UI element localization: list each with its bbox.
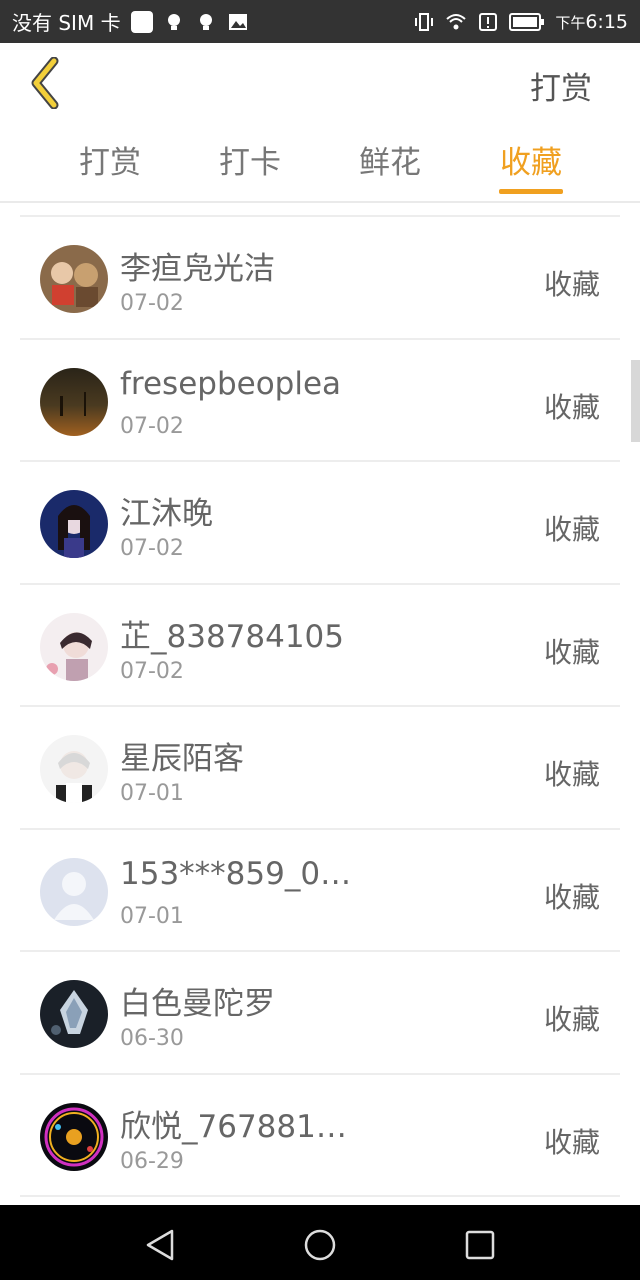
list-item[interactable]: fresepbeoplea 07-02 收藏 (20, 340, 620, 462)
tab-bar: 打赏 打卡 鲜花 收藏 (0, 123, 640, 203)
avatar (40, 1102, 108, 1171)
avatar (40, 735, 108, 803)
tab-flowers[interactable]: 鲜花 (350, 137, 430, 182)
item-name: fresepbeoplea (120, 365, 342, 402)
vibrate-icon (415, 12, 434, 31)
item-action: 收藏 (543, 880, 600, 914)
image-icon (228, 13, 247, 30)
item-date: 07-02 (120, 536, 184, 561)
item-date: 07-02 (120, 413, 184, 439)
avatar (40, 367, 108, 436)
item-action: 收藏 (543, 1003, 600, 1036)
item-name: 星辰陌客 (120, 741, 244, 777)
tab-checkin[interactable]: 打卡 (210, 137, 290, 182)
nav-recents-button[interactable] (460, 1225, 500, 1265)
tab-favorites[interactable]: 收藏 (491, 137, 571, 194)
list-item[interactable]: 欣悦_767881042 06-29 收藏 (20, 1075, 620, 1197)
list-item[interactable]: 李疸凫光洁 07-02 收藏 (20, 217, 620, 340)
item-name: 欣悦_767881042 (120, 1108, 360, 1145)
item-name: 李疸凫光洁 (120, 251, 275, 287)
status-right: 下午6:15 (413, 11, 628, 33)
wifi-icon (446, 13, 466, 29)
item-date: 07-01 (120, 903, 184, 929)
item-action: 收藏 (543, 268, 600, 301)
app-notification-icon (130, 10, 153, 33)
avatar (40, 612, 108, 681)
item-name: 白色曼陀罗 (120, 986, 275, 1022)
item-name: 芷_838784105 (120, 618, 345, 655)
carrier-text: 没有 SIM 卡 (12, 11, 121, 35)
item-action: 收藏 (543, 390, 600, 424)
list-item[interactable]: 江沐晚 07-02 收藏 (20, 462, 620, 585)
list-item[interactable]: 153***859_027... 07-01 收藏 (20, 830, 620, 952)
header-title[interactable]: 打赏 (530, 63, 592, 108)
item-date: 06-30 (120, 1026, 184, 1051)
nav-back-button[interactable] (140, 1225, 180, 1265)
item-action: 收藏 (543, 635, 600, 669)
item-date: 07-02 (120, 658, 184, 684)
active-tab-indicator (499, 189, 563, 194)
nav-home-button[interactable] (300, 1225, 340, 1265)
default-avatar (40, 857, 108, 926)
favorites-list: 李疸凫光洁 07-02 收藏 fresepbeoplea 07-02 收藏 江沐… (20, 215, 620, 1197)
title-bar: 打赏 (0, 43, 640, 123)
triangle-back-icon (146, 1229, 174, 1261)
status-left: 没有 SIM 卡 (12, 7, 249, 36)
list-item[interactable]: 白色曼陀罗 06-30 收藏 (20, 952, 620, 1075)
clock: 下午6:15 (555, 11, 628, 33)
alert-icon (479, 12, 498, 31)
clock-time: 6:15 (585, 10, 628, 33)
back-button[interactable] (24, 55, 68, 111)
item-date: 07-01 (120, 781, 184, 806)
tab-reward[interactable]: 打赏 (70, 137, 150, 182)
list-item[interactable]: 星辰陌客 07-01 收藏 (20, 707, 620, 830)
lightbulb-icon (167, 13, 180, 30)
clock-prefix: 下午 (555, 13, 586, 32)
list-item[interactable]: 芷_838784105 07-02 收藏 (20, 585, 620, 707)
item-action: 收藏 (543, 1125, 600, 1159)
item-date: 07-02 (120, 291, 184, 316)
item-action: 收藏 (543, 513, 600, 546)
status-bar: 没有 SIM 卡 下午6:15 (0, 0, 640, 43)
item-date: 06-29 (120, 1148, 184, 1174)
avatar (40, 245, 108, 313)
avatar (40, 490, 108, 558)
scrollbar[interactable] (631, 360, 640, 442)
item-name: 153***859_027... (120, 855, 360, 892)
item-action: 收藏 (543, 758, 600, 791)
battery-icon (509, 12, 545, 31)
avatar (40, 980, 108, 1048)
system-nav-bar (0, 1205, 640, 1280)
circle-home-icon (304, 1229, 336, 1261)
item-name: 江沐晚 (120, 496, 213, 532)
chevron-left-icon (31, 57, 59, 109)
tab-favorites-label: 收藏 (500, 145, 562, 181)
lightbulb-icon-2 (199, 13, 212, 30)
square-recents-icon (465, 1230, 495, 1260)
